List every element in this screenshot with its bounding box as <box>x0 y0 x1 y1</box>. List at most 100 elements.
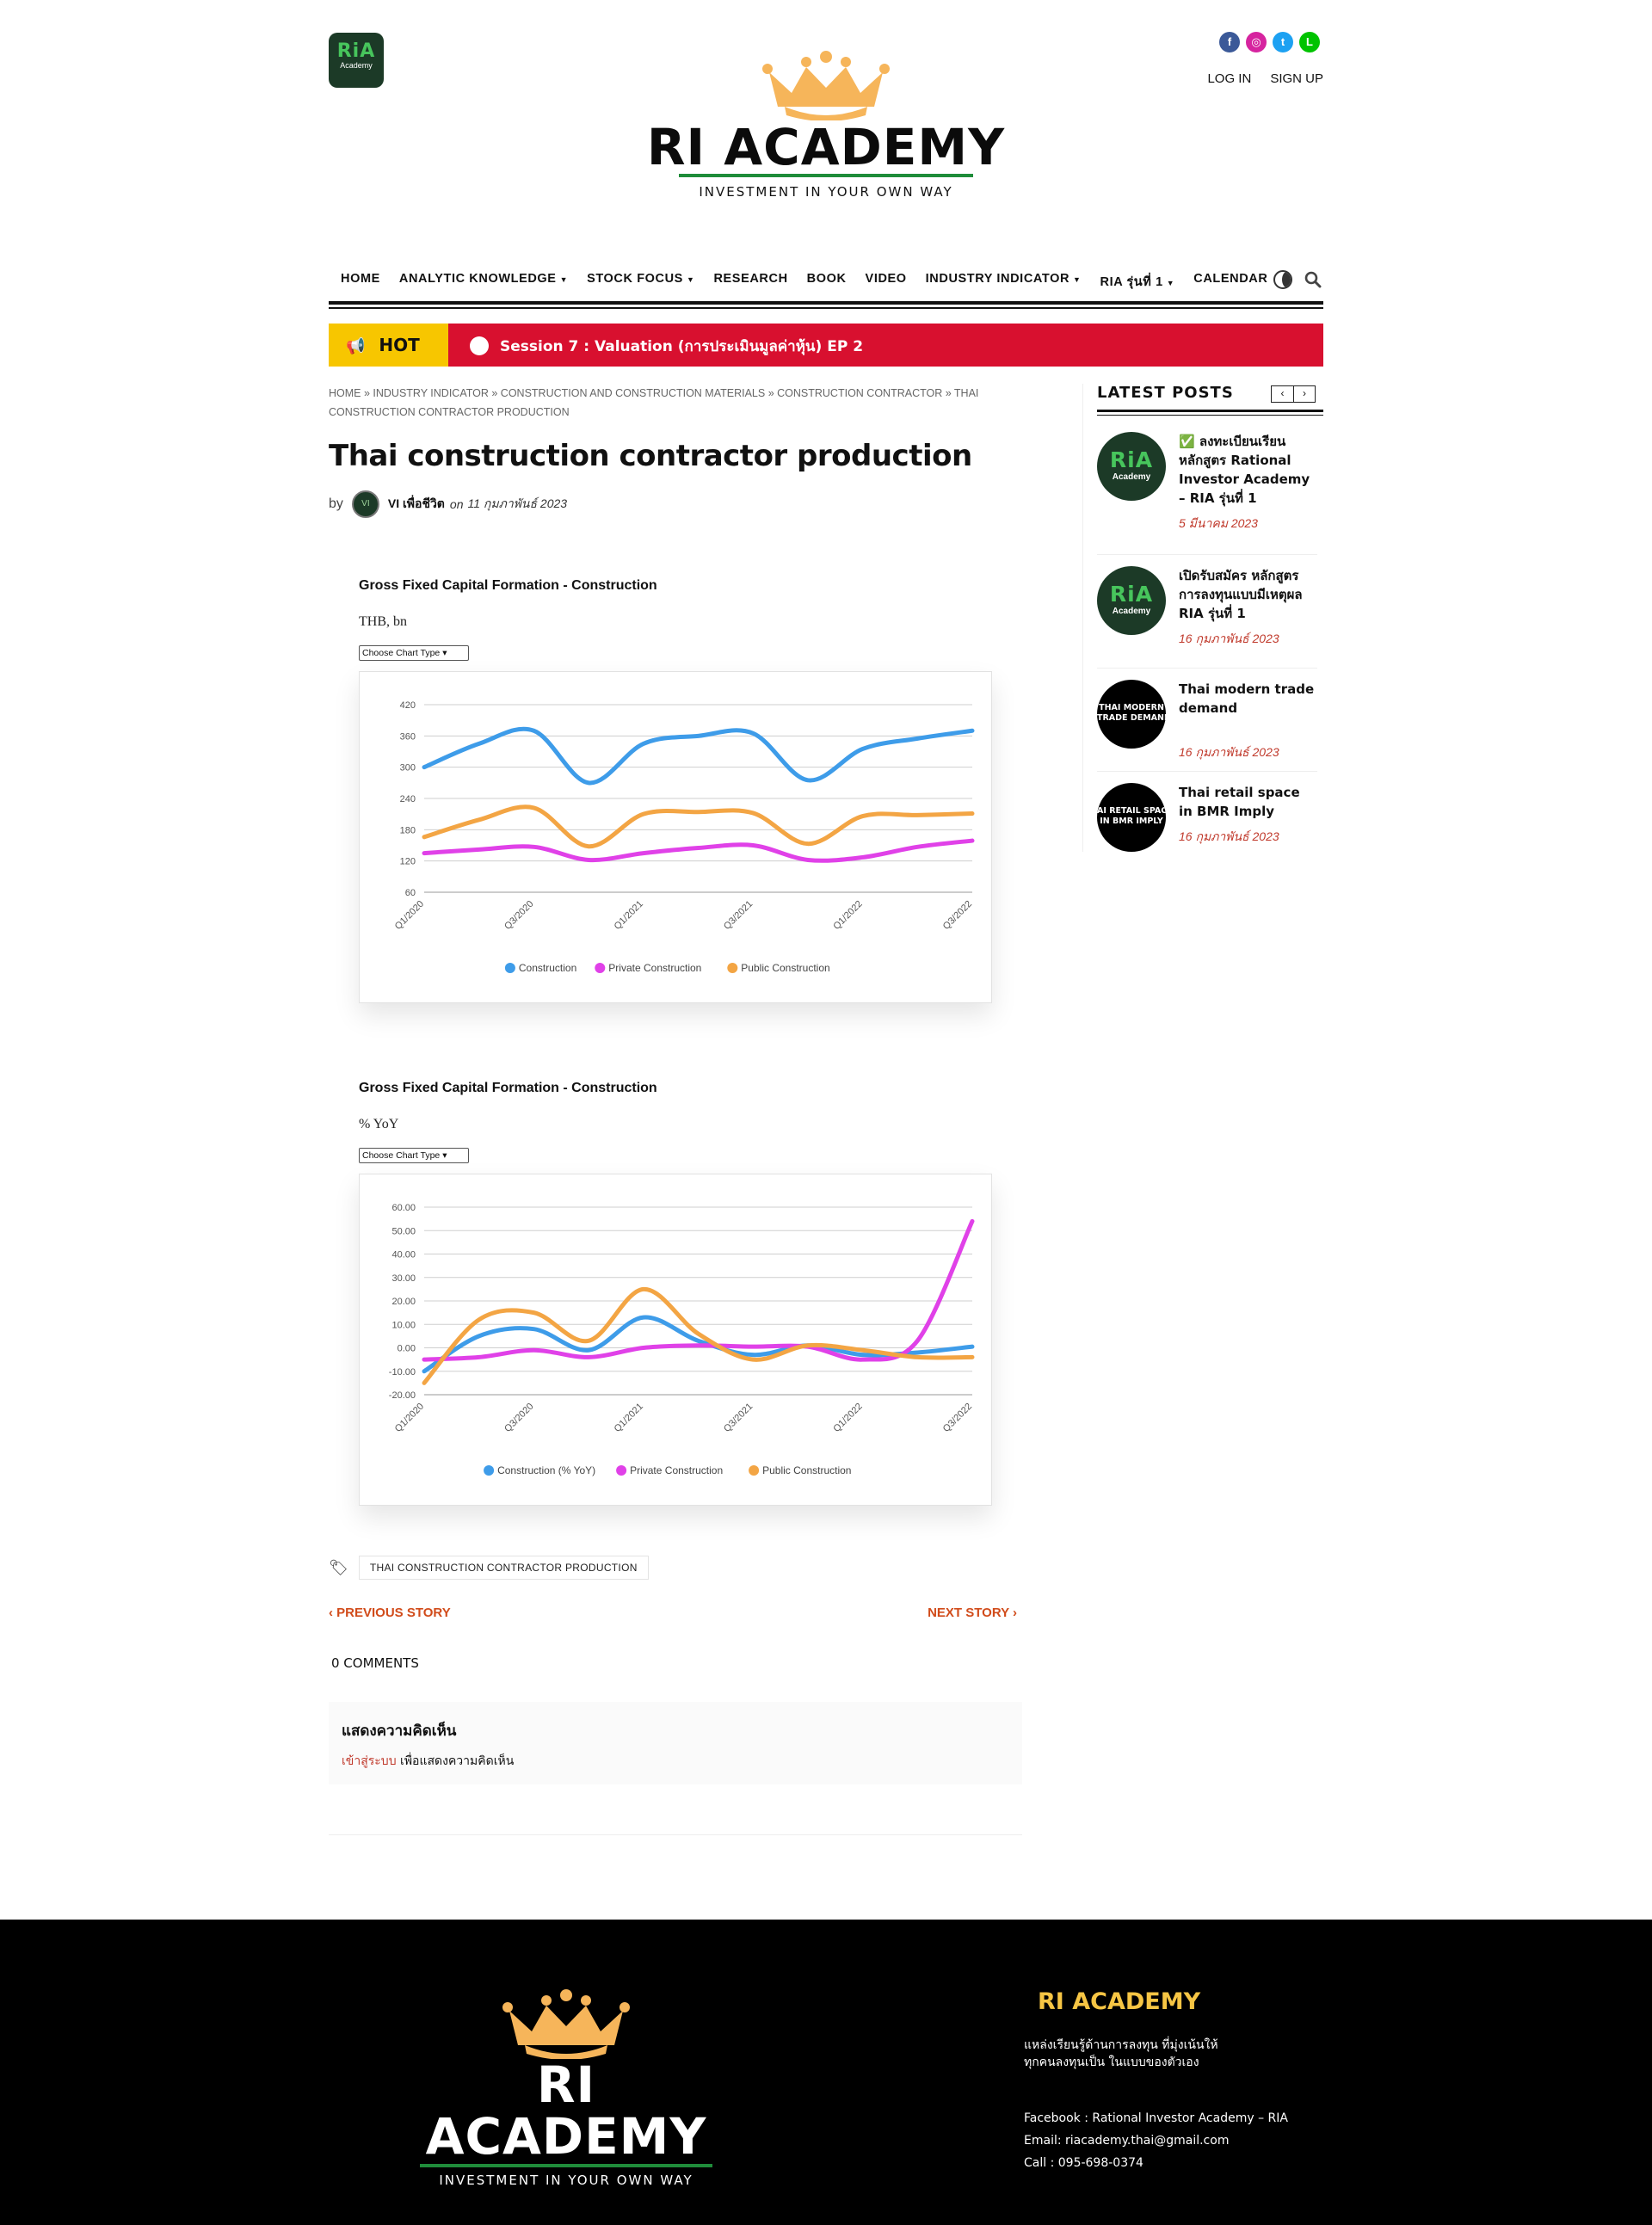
series-line-1[interactable] <box>422 838 975 863</box>
search-icon[interactable] <box>1304 271 1322 288</box>
y-tick-label: 50.00 <box>391 1226 416 1236</box>
legend-swatch <box>484 1465 495 1476</box>
footer-description: แหล่งเรียนรู้ด้านการลงทุน ที่มุ่งเน้นให้… <box>1024 2037 1385 2071</box>
series-line-0[interactable] <box>422 726 975 786</box>
y-tick-label: 300 <box>400 763 416 774</box>
legend-label[interactable]: Public Construction <box>741 962 829 974</box>
nav-item-0[interactable]: HOME <box>341 272 380 292</box>
chart-title: Gross Fixed Capital Formation - Construc… <box>359 578 657 593</box>
author-link[interactable]: VI เพื่อชีวิต <box>388 495 445 514</box>
nav-divider <box>329 301 1323 305</box>
brand-title: RI ACADEMY <box>646 118 1006 176</box>
nav-item-5[interactable]: VIDEO <box>866 272 907 292</box>
post-title[interactable]: เปิดรับสมัคร หลักสูตร การลงทุนแบบมีเหตุผ… <box>1179 566 1316 623</box>
nav-item-6[interactable]: INDUSTRY INDICATOR ▼ <box>926 272 1082 292</box>
tag-chip[interactable]: THAI CONSTRUCTION CONTRACTOR PRODUCTION <box>358 1556 649 1580</box>
legend-swatch <box>595 963 606 973</box>
hot-ticker-text[interactable]: Session 7 : Valuation (การประเมินมูลค่าห… <box>500 335 863 358</box>
chart-unit: THB, bn <box>359 614 407 629</box>
nav-item-label: VIDEO <box>865 272 907 286</box>
hot-label-text: HOT <box>379 335 420 355</box>
brand-logo[interactable]: RI ACADEMY INVESTMENT IN YOUR OWN WAY <box>329 50 1323 200</box>
thumb-text: AI RETAIL SPAC <box>1097 806 1166 816</box>
nav-item-4[interactable]: BOOK <box>807 272 847 292</box>
hot-label: 📢 HOT <box>329 324 448 367</box>
legend-swatch <box>749 1465 760 1476</box>
line-icon[interactable]: L <box>1299 32 1320 52</box>
series-line-2[interactable] <box>422 1286 975 1385</box>
post-divider <box>1097 668 1317 669</box>
footer-brand[interactable]: RI ACADEMY INVESTMENT IN YOUR OWN WAY <box>411 1988 721 2188</box>
article-end-divider <box>329 1834 1022 1835</box>
legend-label[interactable]: Private Construction <box>608 962 701 974</box>
caret-down-icon: ▼ <box>559 275 569 284</box>
chart-type-select[interactable]: Choose Chart Type ▾ <box>359 645 469 661</box>
sidebar-header: LATEST POSTS ‹ › <box>1097 384 1324 403</box>
nav-item-label: STOCK FOCUS <box>587 272 683 286</box>
nav-item-2[interactable]: STOCK FOCUS ▼ <box>587 272 694 292</box>
chart-type-select[interactable]: Choose Chart Type ▾ <box>359 1148 469 1163</box>
footer-desc-line1: แหล่งเรียนรู้ด้านการลงทุน ที่มุ่งเน้นให้ <box>1024 2038 1218 2052</box>
footer-email[interactable]: Email: riacademy.thai@gmail.com <box>1024 2129 1385 2152</box>
post-date: 16 กุมภาพันธ์ 2023 <box>1179 745 1279 759</box>
comment-login-link[interactable]: เข้าสู่ระบบ <box>342 1754 397 1768</box>
post-title[interactable]: Thai retail space in BMR Imply <box>1179 783 1316 821</box>
post-thumbnail[interactable]: THAI MODERN TRADE DEMAND <box>1097 680 1166 749</box>
twitter-icon[interactable]: t <box>1273 32 1293 52</box>
post-title[interactable]: ✅ ลงทะเบียนเรียน หลักสูตร Rational Inves… <box>1179 432 1316 508</box>
instagram-icon[interactable]: ◎ <box>1246 32 1267 52</box>
sidebar-divider-thin <box>1097 415 1323 416</box>
legend-label[interactable]: Construction <box>519 962 576 974</box>
legend-swatch <box>616 1465 627 1476</box>
y-tick-label: 360 <box>400 731 416 742</box>
previous-story-label: PREVIOUS STORY <box>336 1606 451 1620</box>
prev-arrow-icon[interactable]: ‹ <box>1272 386 1293 402</box>
next-story-link[interactable]: NEXT STORY › <box>928 1606 1017 1620</box>
next-story-label: NEXT STORY <box>928 1606 1009 1620</box>
hot-news-bar: 📢 HOT Session 7 : Valuation (การประเมินมู… <box>329 324 1323 367</box>
login-link[interactable]: LOG IN <box>1207 71 1251 86</box>
caret-down-icon: ▼ <box>1166 279 1175 287</box>
byline-by: by <box>329 496 343 511</box>
facebook-icon[interactable]: f <box>1219 32 1240 52</box>
footer-facebook[interactable]: Facebook : Rational Investor Academy – R… <box>1024 2107 1385 2129</box>
thumb-text: THAI MODERN <box>1099 703 1164 712</box>
legend-label[interactable]: Public Construction <box>762 1464 851 1476</box>
x-tick-label: Q1/2020 <box>393 1402 426 1434</box>
footer-phone[interactable]: Call : 095-698-0374 <box>1024 2152 1385 2174</box>
nav-item-label: HOME <box>341 272 380 286</box>
legend-swatch <box>504 963 515 973</box>
nav-item-label: BOOK <box>806 272 847 286</box>
y-tick-label: 60 <box>405 888 416 898</box>
post-thumbnail[interactable]: AI RETAIL SPAC IN BMR IMPLY <box>1097 783 1166 852</box>
nav-item-7[interactable]: RIA รุ่นที่ 1 ▼ <box>1100 272 1175 292</box>
nav-menu: HOME ANALYTIC KNOWLEDGE ▼ STOCK FOCUS ▼ RESEA… <box>341 272 1286 292</box>
hot-ticker[interactable]: Session 7 : Valuation (การประเมินมูลค่าห… <box>448 324 1323 367</box>
thumb-text: RiA <box>1109 447 1154 472</box>
previous-story-link[interactable]: ‹ PREVIOUS STORY <box>329 1606 451 1620</box>
breadcrumb[interactable]: HOME » INDUSTRY INDICATOR » CONSTRUCTION… <box>329 384 1000 422</box>
nav-item-8[interactable]: CALENDAR <box>1193 272 1267 292</box>
avatar[interactable]: VI <box>351 490 379 518</box>
main-nav: HOME ANALYTIC KNOWLEDGE ▼ STOCK FOCUS ▼ RESEA… <box>329 258 1323 310</box>
post-thumbnail[interactable]: RiA Academy <box>1097 432 1166 501</box>
y-tick-label: 180 <box>400 825 416 835</box>
y-tick-label: 0.00 <box>398 1344 416 1354</box>
y-tick-label: -10.00 <box>389 1367 416 1378</box>
next-arrow-icon[interactable]: › <box>1293 386 1315 402</box>
y-tick-label: -20.00 <box>389 1390 416 1401</box>
legend-label[interactable]: Construction (% YoY) <box>497 1464 595 1476</box>
post-thumbnail[interactable]: RiA Academy <box>1097 566 1166 635</box>
comment-login-line: เข้าสู่ระบบ เพื่อแสดงความคิดเห็น <box>342 1752 514 1771</box>
series-line-2[interactable] <box>422 804 975 849</box>
x-tick-label: Q3/2022 <box>941 1402 974 1434</box>
sidebar-latest-posts: LATEST POSTS ‹ › RiA Academy ✅ ลงทะเบียนเร… <box>1082 384 1323 852</box>
post-date: 16 กุมภาพันธ์ 2023 <box>1179 829 1279 843</box>
dark-mode-icon[interactable] <box>1273 270 1292 289</box>
signup-link[interactable]: SIGN UP <box>1270 71 1323 86</box>
post-title[interactable]: Thai modern trade demand <box>1179 680 1316 718</box>
nav-item-3[interactable]: RESEARCH <box>713 272 787 292</box>
ticker-thumb <box>470 336 489 355</box>
nav-item-1[interactable]: ANALYTIC KNOWLEDGE ▼ <box>399 272 568 292</box>
legend-label[interactable]: Private Construction <box>630 1464 723 1476</box>
